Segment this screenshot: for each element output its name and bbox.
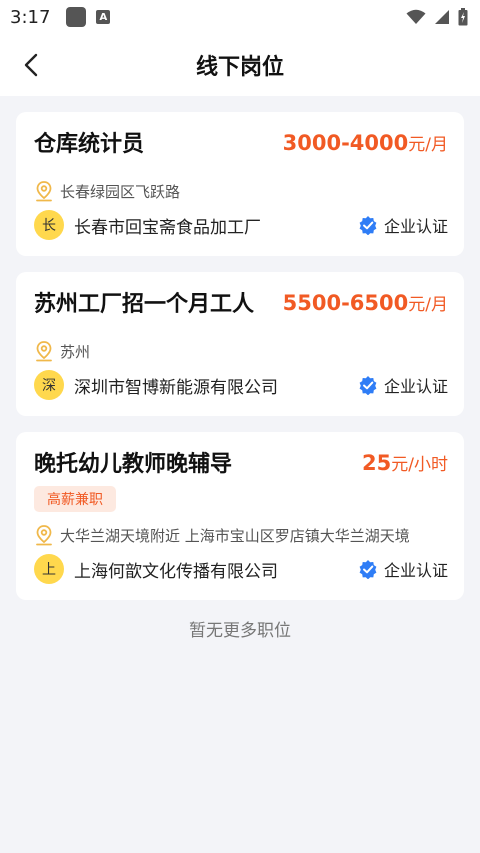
- app-notification-icon: [66, 7, 87, 27]
- verified-label: 企业认证: [383, 377, 448, 396]
- job-tag: 高薪兼职: [34, 486, 116, 512]
- verified-label: 企业认证: [383, 217, 448, 236]
- verified-check-icon: [359, 376, 377, 395]
- job-title: 仓库统计员: [34, 132, 145, 157]
- company-row: 深 深圳市智博新能源有限公司 企业认证: [34, 370, 448, 400]
- location-pin-icon: [36, 181, 52, 202]
- salary-unit: 元/小时: [391, 454, 448, 475]
- job-title: 苏州工厂招一个月工人: [34, 292, 255, 317]
- location-text: 长春绿园区飞跃路: [60, 182, 181, 201]
- wifi-icon: [406, 9, 426, 24]
- job-header: 仓库统计员 3000-4000元/月: [34, 126, 448, 158]
- company-name: 长春市回宝斋食品加工厂: [74, 217, 261, 238]
- notification-icons: A: [66, 7, 111, 27]
- job-location: 苏州: [34, 340, 448, 362]
- job-salary: 3000-4000元/月: [283, 130, 448, 155]
- job-location: 大华兰湖天境附近 上海市宝山区罗店镇大华兰湖天境: [34, 524, 448, 546]
- verified-badge: 企业认证: [358, 213, 448, 237]
- verified-badge: 企业认证: [358, 373, 448, 397]
- company-avatar: 上: [34, 554, 64, 584]
- job-card[interactable]: 仓库统计员 3000-4000元/月 长春绿园区飞跃路 长 长春市回宝斋食品加工…: [16, 112, 464, 256]
- job-title: 晚托幼儿教师晚辅导: [34, 452, 233, 477]
- job-salary: 5500-6500元/月: [283, 290, 448, 315]
- verified-label: 企业认证: [383, 561, 448, 580]
- company-row: 上 上海何歆文化传播有限公司 企业认证: [34, 554, 448, 584]
- company-row: 长 长春市回宝斋食品加工厂 企业认证: [34, 210, 448, 240]
- signal-icon: [435, 10, 449, 24]
- job-header: 苏州工厂招一个月工人 5500-6500元/月: [34, 286, 448, 318]
- chevron-left-icon: [24, 53, 38, 77]
- company-avatar: 长: [34, 210, 64, 240]
- salary-unit: 元/月: [408, 134, 448, 155]
- font-notification-icon: A: [96, 10, 111, 24]
- job-location: 长春绿园区飞跃路: [34, 180, 448, 202]
- location-text: 大华兰湖天境附近 上海市宝山区罗店镇大华兰湖天境: [60, 526, 410, 545]
- job-list: 仓库统计员 3000-4000元/月 长春绿园区飞跃路 长 长春市回宝斋食品加工…: [0, 96, 480, 641]
- company-name: 深圳市智博新能源有限公司: [74, 377, 278, 398]
- app-header: 线下岗位: [0, 34, 480, 96]
- salary-amount: 3000-4000: [282, 130, 409, 155]
- location-pin-icon: [36, 525, 52, 546]
- page-title: 线下岗位: [195, 55, 284, 80]
- salary-amount: 5500-6500: [282, 290, 409, 315]
- status-bar: 3:17 A: [0, 0, 480, 34]
- job-salary: 25元/小时: [362, 450, 448, 475]
- status-right: [406, 8, 468, 26]
- job-card[interactable]: 晚托幼儿教师晚辅导 25元/小时 高薪兼职 大华兰湖天境附近 上海市宝山区罗店镇…: [16, 432, 464, 600]
- back-button[interactable]: [14, 48, 48, 82]
- verified-check-icon: [359, 560, 377, 579]
- battery-icon: [458, 8, 468, 26]
- salary-amount: 25: [362, 450, 392, 475]
- salary-unit: 元/月: [408, 294, 448, 315]
- location-pin-icon: [36, 341, 52, 362]
- location-text: 苏州: [60, 342, 91, 361]
- company-avatar: 深: [34, 370, 64, 400]
- job-card[interactable]: 苏州工厂招一个月工人 5500-6500元/月 苏州 深 深圳市智博新能源有限公…: [16, 272, 464, 416]
- no-more-jobs-text: 暂无更多职位: [189, 621, 291, 641]
- verified-check-icon: [359, 216, 377, 235]
- company-name: 上海何歆文化传播有限公司: [74, 561, 278, 582]
- status-time: 3:17: [10, 6, 51, 28]
- verified-badge: 企业认证: [358, 557, 448, 581]
- job-header: 晚托幼儿教师晚辅导 25元/小时: [34, 446, 448, 478]
